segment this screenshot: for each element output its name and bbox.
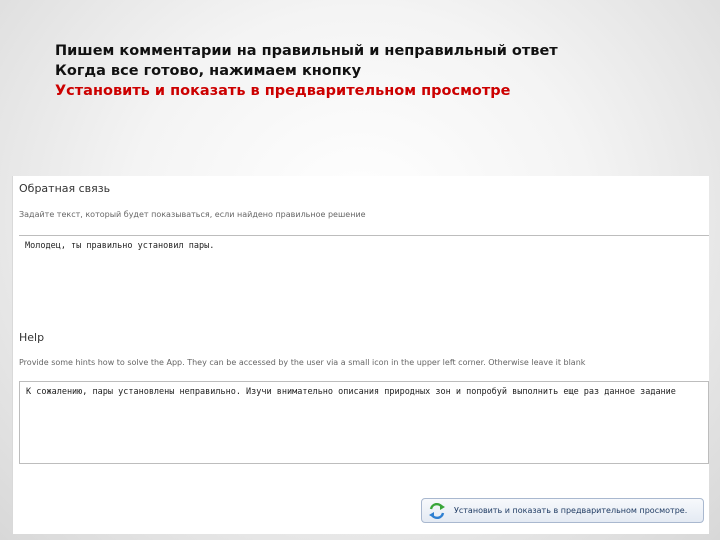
feedback-textarea[interactable]: Молодец, ты правильно установил пары.	[19, 235, 709, 275]
feedback-hint: Задайте текст, который будет показыватьс…	[19, 210, 366, 219]
instruction-line-1: Пишем комментарии на правильный и неправ…	[55, 43, 558, 59]
help-textarea[interactable]: К сожалению, пары установлены неправильн…	[19, 381, 709, 464]
set-and-preview-button[interactable]: Установить и показать в предварительном …	[421, 498, 704, 523]
app-settings-screenshot: Обратная связь Задайте текст, который бу…	[12, 176, 709, 534]
slide-instructions: Пишем комментарии на правильный и неправ…	[55, 41, 705, 101]
instruction-line-2: Когда все готово, нажимаем кнопку	[55, 63, 362, 79]
help-hint: Provide some hints how to solve the App.…	[19, 358, 586, 367]
set-and-preview-label: Установить и показать в предварительном …	[454, 506, 688, 515]
instruction-line-3: Установить и показать в предварительном …	[55, 83, 511, 99]
help-section-title: Help	[19, 331, 45, 344]
refresh-arrows-icon	[428, 502, 446, 520]
feedback-section-title: Обратная связь	[19, 182, 111, 195]
